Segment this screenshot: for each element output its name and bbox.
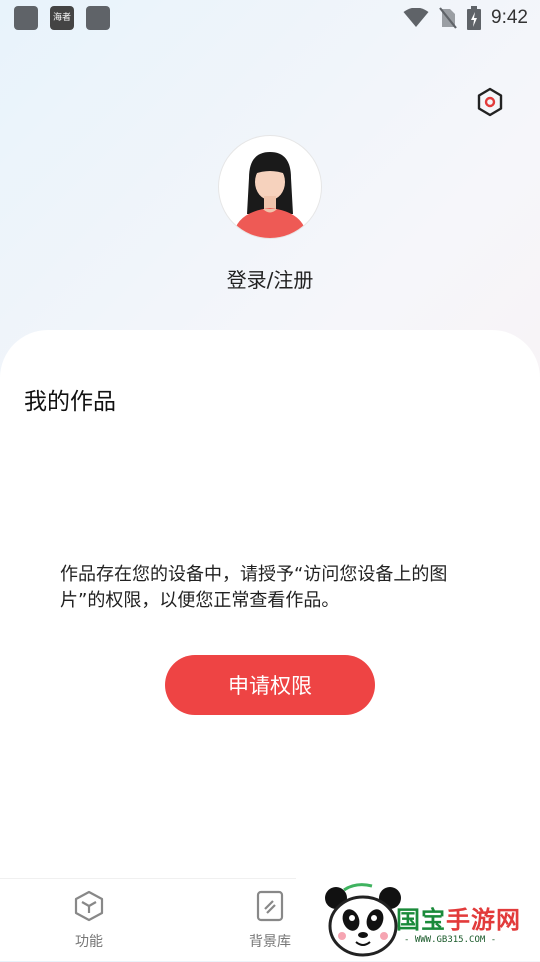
settings-button[interactable] — [474, 86, 506, 118]
site-watermark: 国宝手游网 - WWW.GB315.COM - — [296, 878, 540, 960]
tab-functions[interactable]: 功能 — [44, 889, 134, 951]
notification-icon — [86, 6, 110, 30]
status-bar: 海者 9:42 — [0, 0, 540, 36]
clock: 9:42 — [491, 7, 528, 28]
pattern-icon — [256, 890, 284, 922]
section-title: 我的作品 — [24, 389, 116, 415]
watermark-brand: 国宝手游网 — [396, 906, 521, 934]
battery-charging-icon — [467, 6, 482, 30]
notification-app-icon: 海者 — [50, 6, 74, 30]
user-avatar-icon — [233, 152, 307, 238]
request-permission-button[interactable]: 申请权限 — [165, 655, 375, 715]
permission-notice: 作品存在您的设备中，请授予“访问您设备上的图片”的权限，以便您正常查看作品。 — [60, 564, 448, 611]
wifi-icon — [403, 8, 429, 27]
tab-label: 功能 — [75, 934, 103, 950]
watermark-url: - WWW.GB315.COM - — [404, 935, 497, 945]
gear-icon — [477, 87, 503, 117]
avatar[interactable] — [219, 136, 321, 238]
login-register-link[interactable]: 登录/注册 — [0, 264, 540, 293]
notification-icon — [14, 6, 38, 30]
cube-icon — [74, 890, 104, 922]
no-sim-icon — [439, 7, 457, 29]
status-indicators: 9:42 — [403, 4, 528, 32]
